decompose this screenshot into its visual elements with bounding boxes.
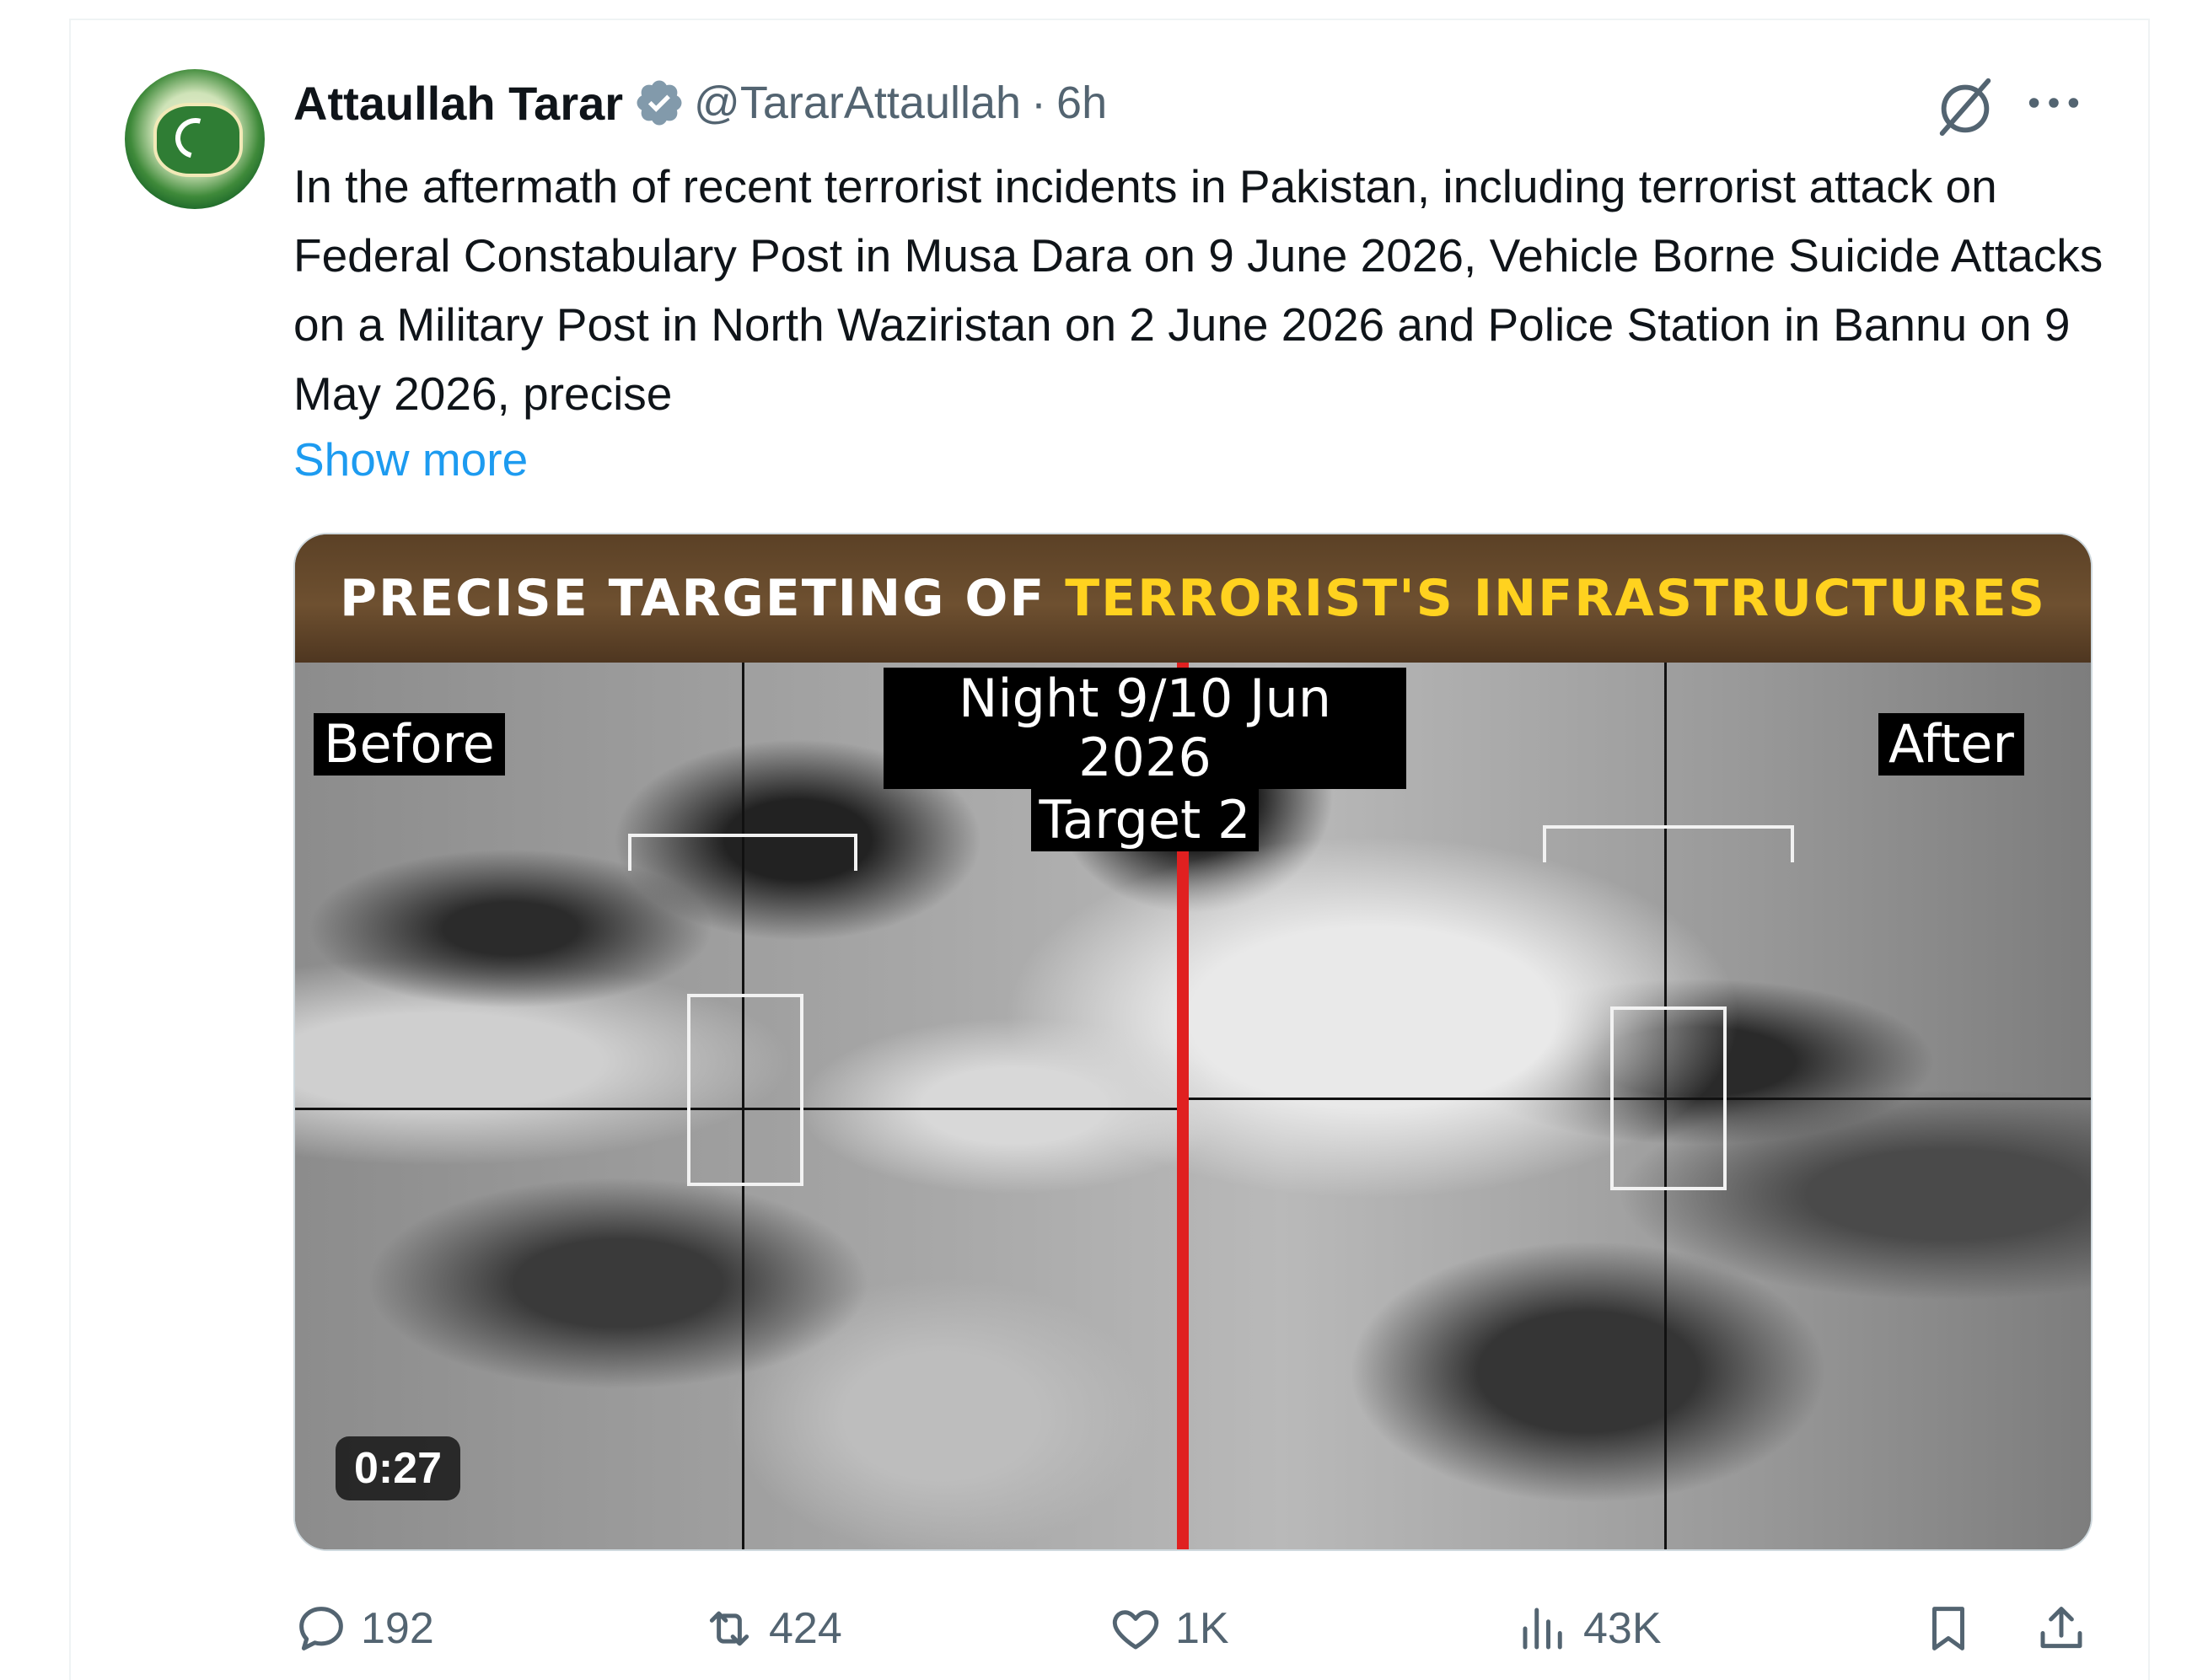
- tweet-header: Attaullah Tarar @TararAttaullah · 6h: [293, 71, 1107, 135]
- views-count: 43K: [1583, 1604, 1662, 1653]
- reply-icon: [299, 1607, 343, 1650]
- share-button[interactable]: [2034, 1595, 2089, 1662]
- author-handle[interactable]: @TararAttaullah: [694, 77, 1021, 129]
- video-player[interactable]: PRECISE TARGETING OF TERRORIST'S INFRAST…: [293, 533, 2093, 1551]
- views-chart-icon: [1523, 1608, 1562, 1650]
- banner-title-white: PRECISE TARGETING OF: [340, 569, 1046, 628]
- banner-title-highlight: TERRORIST'S INFRASTRUCTURES: [1065, 569, 2046, 628]
- media-banner: PRECISE TARGETING OF TERRORIST'S INFRAST…: [295, 534, 2091, 663]
- share-icon: [2040, 1607, 2082, 1649]
- caption-date: Night 9/10 Jun 2026: [884, 668, 1406, 789]
- like-button[interactable]: 1K: [1108, 1595, 1229, 1662]
- target-box-left: [687, 994, 803, 1186]
- author-avatar[interactable]: [125, 69, 265, 209]
- video-duration-badge: 0:27: [336, 1436, 461, 1500]
- tweet-timestamp[interactable]: 6h: [1056, 77, 1107, 129]
- after-label: After: [1878, 713, 2024, 776]
- bookmark-icon: [1932, 1607, 1964, 1650]
- target-box-right: [1610, 1006, 1727, 1190]
- author-name[interactable]: Attaullah Tarar: [293, 76, 623, 131]
- action-bar: 192 424 1K 43K: [293, 1595, 2098, 1662]
- caption-target: Target 2: [1030, 789, 1260, 851]
- reply-count: 192: [361, 1604, 434, 1653]
- heart-icon: [1112, 1610, 1159, 1650]
- views-button[interactable]: 43K: [1516, 1595, 1662, 1662]
- repost-icon: [709, 1611, 749, 1646]
- target-bracket-right: [1543, 825, 1794, 862]
- target-bracket-left: [628, 834, 857, 871]
- grok-icon[interactable]: [1932, 74, 1998, 140]
- more-options-icon[interactable]: [2023, 88, 2084, 118]
- before-label: Before: [314, 713, 505, 776]
- reply-button[interactable]: 192: [293, 1595, 434, 1662]
- video-caption: Night 9/10 Jun 2026 Target 2: [884, 668, 1406, 851]
- repost-count: 424: [769, 1604, 842, 1653]
- header-separator: ·: [1031, 78, 1047, 128]
- tweet-text: In the aftermath of recent terrorist inc…: [293, 160, 2103, 420]
- show-more-link[interactable]: Show more: [293, 425, 528, 494]
- bookmark-button[interactable]: [1921, 1595, 1976, 1662]
- verified-badge-icon: [637, 80, 682, 126]
- repost-button[interactable]: 424: [701, 1595, 842, 1662]
- like-count: 1K: [1175, 1604, 1229, 1653]
